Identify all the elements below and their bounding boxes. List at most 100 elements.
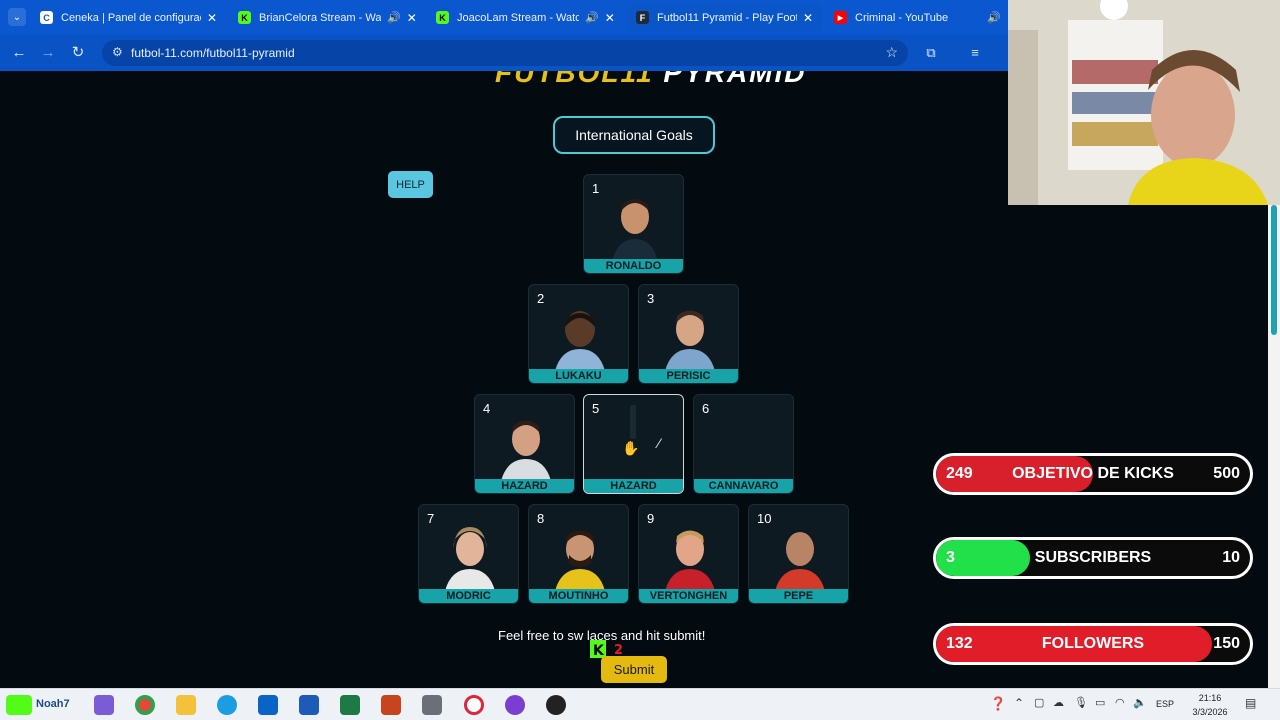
- battery-icon[interactable]: ▭: [1095, 696, 1105, 709]
- close-tab-icon[interactable]: ✕: [803, 11, 813, 25]
- chrome-icon[interactable]: [135, 695, 155, 715]
- extensions-icon[interactable]: ⧉: [922, 44, 940, 62]
- scrollbar-thumb[interactable]: [1271, 205, 1277, 335]
- player-name: CANNAVARO: [694, 479, 793, 493]
- back-arrow-icon[interactable]: ←: [10, 44, 28, 62]
- webcam-overlay: [1008, 0, 1280, 205]
- submit-button[interactable]: Submit: [601, 656, 667, 683]
- pyramid-slot-3[interactable]: 3 PERISIC: [638, 284, 739, 384]
- pointer-cursor-icon: ⁄: [658, 435, 661, 451]
- player-photo: [445, 527, 495, 591]
- hand-cursor-icon: ✋: [622, 440, 640, 456]
- pyramid-slot-6[interactable]: 6 CANNAVARO: [693, 394, 794, 494]
- slot-number: 1: [592, 181, 600, 196]
- app-icon[interactable]: [94, 695, 114, 715]
- player-name: RONALDO: [584, 259, 683, 273]
- word-icon[interactable]: [299, 695, 319, 715]
- url-text[interactable]: futbol-11.com/futbol11-pyramid: [131, 46, 295, 60]
- goal-label: FOLLOWERS: [1041, 635, 1145, 652]
- tab-title: JoacoLam Stream - Watch Live: [457, 11, 579, 24]
- tab-title: Futbol11 Pyramid - Play Football: [657, 11, 797, 24]
- onedrive-icon[interactable]: ☁: [1053, 696, 1064, 709]
- player-photo: [555, 311, 605, 371]
- player-photo: [665, 310, 715, 371]
- wifi-icon[interactable]: ◠: [1115, 696, 1125, 709]
- powerpoint-icon[interactable]: [381, 695, 401, 715]
- close-tab-icon[interactable]: ✕: [605, 11, 615, 25]
- tab-youtube[interactable]: ▶ Criminal - YouTube 🔊 ✕: [834, 4, 1017, 31]
- bookmark-star-icon[interactable]: ☆: [885, 44, 898, 61]
- goal-label: SUBSCRIBERS: [1034, 549, 1152, 566]
- pyramid-slot-1[interactable]: 1 RONALDO: [583, 174, 684, 274]
- clock[interactable]: 21:16 3/3/2026: [1188, 691, 1232, 719]
- slot-number: 2: [537, 291, 545, 306]
- tab-joacolam[interactable]: K JoacoLam Stream - Watch Live 🔊 ✕: [436, 4, 615, 31]
- player-photo: [775, 532, 825, 591]
- pyramid-slot-2[interactable]: 2 LUKAKU: [528, 284, 629, 384]
- close-tab-icon[interactable]: ✕: [407, 11, 417, 25]
- slot-number: 9: [647, 511, 655, 526]
- page-scrollbar[interactable]: [1268, 205, 1280, 688]
- slot-number: 8: [537, 511, 545, 526]
- slot-number: 5: [592, 401, 600, 416]
- address-bar[interactable]: ⚙ futbol-11.com/futbol11-pyramid ☆: [102, 40, 908, 66]
- goal-target: 500: [1213, 465, 1240, 482]
- kicks-goal-widget: 249 OBJETIVO DE KICKS 500: [933, 453, 1253, 495]
- kick-overlay-icon: [6, 695, 32, 715]
- youtube-favicon-icon: ▶: [834, 11, 847, 24]
- player-photo: [555, 530, 605, 591]
- reload-icon[interactable]: ↻: [69, 44, 87, 62]
- pyramid-slot-5[interactable]: 5 ✋ ⁄ HAZARD: [583, 394, 684, 494]
- speaker-icon[interactable]: 🔊: [387, 11, 401, 24]
- speaker-icon[interactable]: 🔊: [585, 11, 599, 24]
- reading-list-icon[interactable]: ≡: [966, 44, 984, 62]
- slot-number: 7: [427, 511, 435, 526]
- slot-number: 3: [647, 291, 655, 306]
- pyramid-slot-9[interactable]: 9 VERTONGHEN: [638, 504, 739, 604]
- tab-ceneka[interactable]: C Ceneka | Panel de configuración ✕: [40, 4, 217, 31]
- tab-search-icon[interactable]: ⌄: [8, 8, 26, 26]
- tray-chevron-icon[interactable]: ⌃: [1014, 696, 1024, 710]
- pyramid-slot-8[interactable]: 8 MOUTINHO: [528, 504, 629, 604]
- opera-icon[interactable]: [464, 695, 484, 715]
- webcam-feed-image: [1008, 0, 1280, 205]
- pyramid-slot-7[interactable]: 7 MODRIC: [418, 504, 519, 604]
- help-button[interactable]: HELP: [388, 171, 433, 198]
- tab-briancelora[interactable]: K BrianCelora Stream - Watch Live 🔊 ✕: [238, 4, 417, 31]
- clock-date: 3/3/2026: [1192, 707, 1228, 717]
- input-language[interactable]: ESP: [1156, 699, 1174, 709]
- volume-icon[interactable]: 🔈: [1133, 696, 1147, 709]
- pyramid-slot-4[interactable]: 4 HAZARD: [474, 394, 575, 494]
- excel-icon[interactable]: [340, 695, 360, 715]
- futbol11-favicon-icon: F: [636, 11, 649, 24]
- notifications-icon[interactable]: ▤: [1245, 696, 1256, 710]
- category-pill: International Goals: [553, 116, 715, 154]
- outlook-icon[interactable]: [258, 695, 278, 715]
- tray-app-icon[interactable]: ▢: [1034, 696, 1044, 709]
- pyramid-slot-10[interactable]: 10 PEPE: [748, 504, 849, 604]
- file-explorer-icon[interactable]: [176, 695, 196, 715]
- discord-icon[interactable]: [505, 695, 525, 715]
- futbol11-pyramid-page: FUTBOL11 PYRAMID International Goals HEL…: [0, 71, 1008, 688]
- kick-favicon-icon: K: [436, 11, 449, 24]
- site-info-icon[interactable]: ⚙: [112, 45, 123, 59]
- tab-futbol11-pyramid[interactable]: F Futbol11 Pyramid - Play Football ✕: [628, 4, 822, 31]
- close-tab-icon[interactable]: ✕: [207, 11, 217, 25]
- slot-number: 10: [757, 511, 772, 526]
- player-name: HAZARD: [475, 479, 574, 493]
- calculator-icon[interactable]: [422, 695, 442, 715]
- player-photo: [501, 420, 551, 481]
- tab-title: BrianCelora Stream - Watch Live: [259, 11, 381, 24]
- stream-side-area: [1008, 205, 1280, 688]
- drag-placeholder: [630, 405, 636, 439]
- player-name: HAZARD: [584, 479, 683, 493]
- forward-arrow-icon[interactable]: →: [39, 44, 57, 62]
- help-tray-icon[interactable]: ❓: [990, 696, 1006, 712]
- clock-time: 21:16: [1198, 693, 1222, 703]
- microphone-icon[interactable]: 🎙: [1074, 696, 1088, 709]
- speaker-icon[interactable]: 🔊: [987, 11, 1001, 24]
- kick-favicon-icon: K: [238, 11, 251, 24]
- slot-number: 4: [483, 401, 491, 416]
- obs-icon[interactable]: [546, 695, 566, 715]
- edge-icon[interactable]: [217, 695, 237, 715]
